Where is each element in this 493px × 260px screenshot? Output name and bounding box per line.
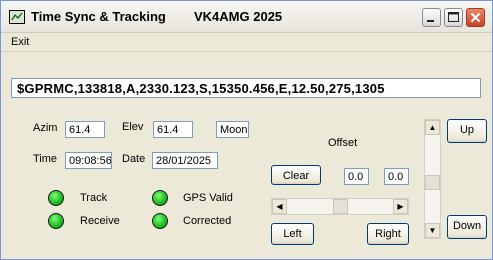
left-button[interactable]: Left — [271, 223, 314, 245]
minimize-icon — [427, 20, 434, 22]
app-icon — [9, 10, 25, 24]
gps-valid-label: GPS Valid — [183, 192, 233, 204]
right-button-label: Right — [375, 228, 401, 240]
app-window: Time Sync & Tracking VK4AMG 2025 Exit $G… — [0, 0, 493, 260]
vertical-slider[interactable]: ▲ ▼ — [424, 119, 441, 239]
corrected-label: Corrected — [183, 215, 232, 227]
time-label: Time — [33, 153, 58, 165]
close-icon — [470, 12, 481, 23]
gps-sentence-field[interactable]: $GPRMC,133818,A,2330.123,S,15350.456,E,1… — [11, 78, 481, 98]
gps-valid-led — [152, 190, 168, 206]
window-callsign: VK4AMG 2025 — [194, 9, 283, 24]
offset-horizontal-slider[interactable]: ◀ ▶ — [271, 198, 409, 215]
azim-label: Azim — [33, 122, 58, 134]
up-button[interactable]: Up — [447, 119, 487, 143]
menu-exit[interactable]: Exit — [11, 36, 29, 48]
window-title: Time Sync & Tracking — [31, 9, 166, 24]
clear-button-label: Clear — [282, 170, 310, 182]
scroll-down-arrow-icon[interactable]: ▼ — [425, 223, 440, 238]
vertical-slider-thumb[interactable] — [425, 175, 440, 190]
down-button[interactable]: Down — [447, 215, 487, 239]
azim-field[interactable]: 61.4 — [65, 121, 105, 138]
target-field[interactable]: Moon — [216, 121, 249, 138]
minimize-button[interactable] — [422, 8, 441, 27]
offset-value-1[interactable]: 0.0 — [344, 168, 369, 185]
menu-bar: Exit — [1, 33, 492, 52]
receive-label: Receive — [80, 215, 120, 227]
horizontal-slider-thumb[interactable] — [333, 199, 348, 214]
time-field[interactable]: 09:08:56 — [65, 152, 112, 169]
scroll-left-arrow-icon[interactable]: ◀ — [272, 199, 287, 214]
corrected-led — [152, 213, 168, 229]
maximize-button[interactable] — [444, 8, 463, 27]
scroll-up-arrow-icon[interactable]: ▲ — [425, 120, 440, 135]
up-button-label: Up — [459, 124, 475, 136]
maximize-icon — [448, 12, 459, 22]
down-button-label: Down — [452, 220, 482, 232]
elev-field[interactable]: 61.4 — [153, 121, 193, 138]
track-led — [48, 190, 64, 206]
date-field[interactable]: 28/01/2025 — [152, 152, 218, 169]
elev-label: Elev — [122, 121, 144, 133]
title-bar[interactable]: Time Sync & Tracking VK4AMG 2025 — [1, 1, 492, 33]
offset-label: Offset — [328, 137, 358, 149]
receive-led — [48, 213, 64, 229]
scroll-right-arrow-icon[interactable]: ▶ — [393, 199, 408, 214]
close-button[interactable] — [466, 8, 485, 27]
left-button-label: Left — [283, 228, 302, 240]
offset-value-2[interactable]: 0.0 — [384, 168, 409, 185]
date-label: Date — [122, 153, 146, 165]
track-label: Track — [80, 192, 108, 204]
gps-sentence-text: $GPRMC,133818,A,2330.123,S,15350.456,E,1… — [17, 81, 385, 96]
clear-button[interactable]: Clear — [271, 165, 321, 185]
right-button[interactable]: Right — [367, 223, 409, 245]
